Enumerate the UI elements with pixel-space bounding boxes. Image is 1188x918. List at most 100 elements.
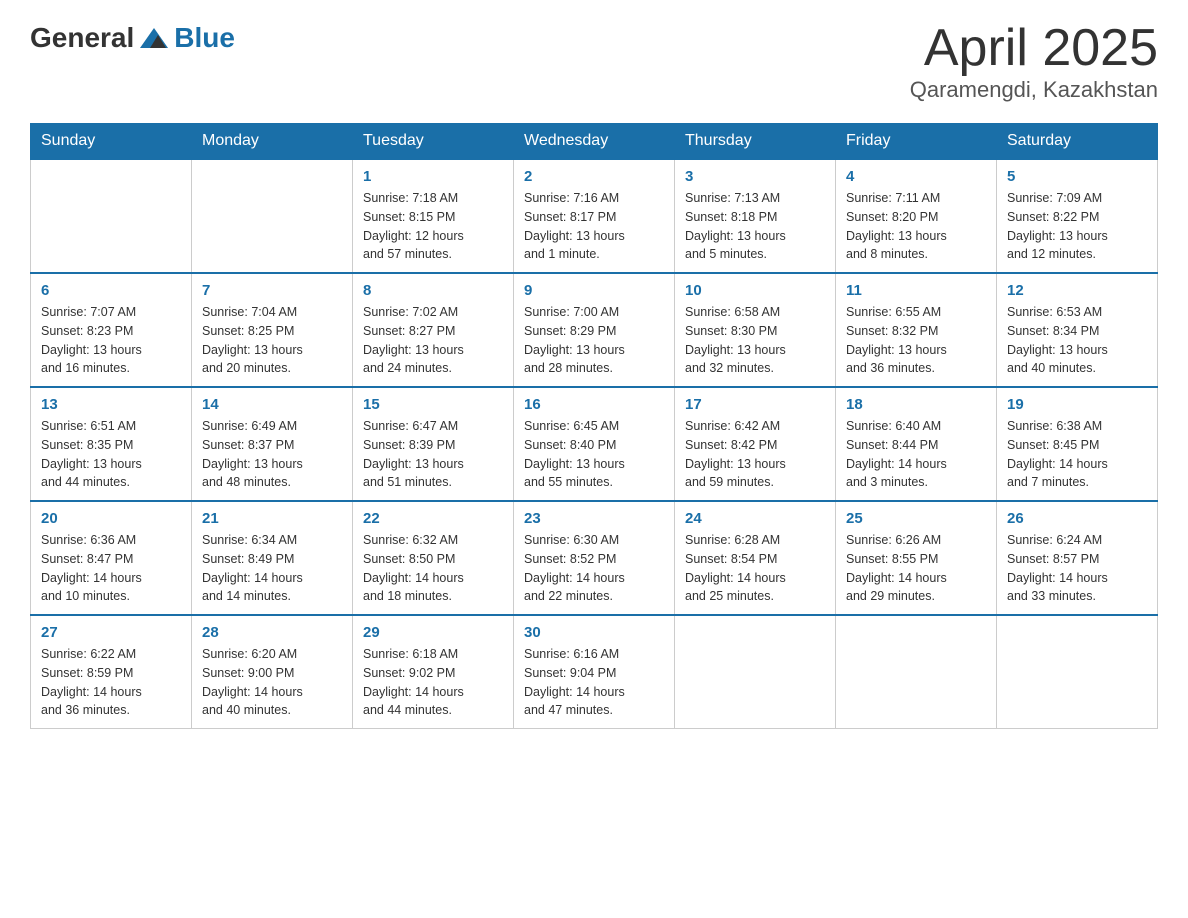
day-cell: 27Sunrise: 6:22 AM Sunset: 8:59 PM Dayli… [31, 615, 192, 729]
day-number: 14 [202, 396, 342, 413]
day-info: Sunrise: 6:49 AM Sunset: 8:37 PM Dayligh… [202, 417, 342, 492]
weekday-header-row: SundayMondayTuesdayWednesdayThursdayFrid… [31, 124, 1158, 160]
day-cell: 15 Sunrise: 6:47 AM Sunset: 8:39 PM Dayli… [353, 387, 514, 501]
day-number: 12 [1007, 282, 1147, 299]
logo-text-blue: Blue [174, 22, 235, 54]
day-number: 13 [41, 396, 181, 413]
day-cell: 24Sunrise: 6:28 AM Sunset: 8:54 PM Dayli… [675, 501, 836, 615]
day-number: 8 [363, 282, 503, 299]
day-cell: 12 Sunrise: 6:53 AM Sunset: 8:34 PM Dayli… [997, 273, 1158, 387]
day-info: Sunrise: 7:04 AM Sunset: 8:25 PM Dayligh… [202, 303, 342, 378]
day-cell [675, 615, 836, 729]
day-info: Sunrise: 6:20 AM Sunset: 9:00 PM Dayligh… [202, 645, 342, 720]
day-number: 3 [685, 168, 825, 185]
day-cell: 23 Sunrise: 6:30 AM Sunset: 8:52 PM Dayli… [514, 501, 675, 615]
day-number: 18 [846, 396, 986, 413]
day-cell: 4 Sunrise: 7:11 AM Sunset: 8:20 PM Daylig… [836, 159, 997, 273]
day-info: Sunrise: 6:16 AM Sunset: 9:04 PM Dayligh… [524, 645, 664, 720]
logo: General Blue [30, 20, 235, 56]
day-info: Sunrise: 7:09 AM Sunset: 8:22 PM Dayligh… [1007, 189, 1147, 264]
day-number: 1 [363, 168, 503, 185]
weekday-header-tuesday: Tuesday [353, 124, 514, 160]
day-cell: 11 Sunrise: 6:55 AM Sunset: 8:32 PM Dayli… [836, 273, 997, 387]
day-number: 26 [1007, 510, 1147, 527]
day-cell: 7 Sunrise: 7:04 AM Sunset: 8:25 PM Daylig… [192, 273, 353, 387]
day-info: Sunrise: 6:24 AM Sunset: 8:57 PM Dayligh… [1007, 531, 1147, 606]
day-number: 15 [363, 396, 503, 413]
day-cell: 1 Sunrise: 7:18 AM Sunset: 8:15 PM Daylig… [353, 159, 514, 273]
day-info: Sunrise: 6:53 AM Sunset: 8:34 PM Dayligh… [1007, 303, 1147, 378]
day-info: Sunrise: 6:42 AM Sunset: 8:42 PM Dayligh… [685, 417, 825, 492]
day-info: Sunrise: 6:55 AM Sunset: 8:32 PM Dayligh… [846, 303, 986, 378]
week-row-3: 13Sunrise: 6:51 AM Sunset: 8:35 PM Dayli… [31, 387, 1158, 501]
day-number: 9 [524, 282, 664, 299]
day-info: Sunrise: 6:28 AM Sunset: 8:54 PM Dayligh… [685, 531, 825, 606]
day-number: 11 [846, 282, 986, 299]
day-cell [192, 159, 353, 273]
day-number: 6 [41, 282, 181, 299]
week-row-1: 1 Sunrise: 7:18 AM Sunset: 8:15 PM Daylig… [31, 159, 1158, 273]
day-number: 29 [363, 624, 503, 641]
day-info: Sunrise: 6:30 AM Sunset: 8:52 PM Dayligh… [524, 531, 664, 606]
day-cell: 16 Sunrise: 6:45 AM Sunset: 8:40 PM Dayli… [514, 387, 675, 501]
day-number: 5 [1007, 168, 1147, 185]
day-info: Sunrise: 7:16 AM Sunset: 8:17 PM Dayligh… [524, 189, 664, 264]
day-info: Sunrise: 7:13 AM Sunset: 8:18 PM Dayligh… [685, 189, 825, 264]
day-cell: 18 Sunrise: 6:40 AM Sunset: 8:44 PM Dayli… [836, 387, 997, 501]
day-info: Sunrise: 6:45 AM Sunset: 8:40 PM Dayligh… [524, 417, 664, 492]
weekday-header-wednesday: Wednesday [514, 124, 675, 160]
day-number: 16 [524, 396, 664, 413]
day-number: 7 [202, 282, 342, 299]
day-info: Sunrise: 6:40 AM Sunset: 8:44 PM Dayligh… [846, 417, 986, 492]
day-info: Sunrise: 7:11 AM Sunset: 8:20 PM Dayligh… [846, 189, 986, 264]
day-number: 30 [524, 624, 664, 641]
day-cell: 29 Sunrise: 6:18 AM Sunset: 9:02 PM Dayli… [353, 615, 514, 729]
day-cell: 26 Sunrise: 6:24 AM Sunset: 8:57 PM Dayli… [997, 501, 1158, 615]
day-number: 17 [685, 396, 825, 413]
day-cell: 28Sunrise: 6:20 AM Sunset: 9:00 PM Dayli… [192, 615, 353, 729]
weekday-header-friday: Friday [836, 124, 997, 160]
day-cell [997, 615, 1158, 729]
day-cell: 2Sunrise: 7:16 AM Sunset: 8:17 PM Daylig… [514, 159, 675, 273]
day-cell [31, 159, 192, 273]
day-number: 19 [1007, 396, 1147, 413]
calendar-table: SundayMondayTuesdayWednesdayThursdayFrid… [30, 123, 1158, 729]
day-number: 22 [363, 510, 503, 527]
day-info: Sunrise: 7:00 AM Sunset: 8:29 PM Dayligh… [524, 303, 664, 378]
day-number: 10 [685, 282, 825, 299]
day-cell: 20Sunrise: 6:36 AM Sunset: 8:47 PM Dayli… [31, 501, 192, 615]
day-cell: 19 Sunrise: 6:38 AM Sunset: 8:45 PM Dayli… [997, 387, 1158, 501]
weekday-header-sunday: Sunday [31, 124, 192, 160]
day-cell: 8 Sunrise: 7:02 AM Sunset: 8:27 PM Daylig… [353, 273, 514, 387]
week-row-5: 27Sunrise: 6:22 AM Sunset: 8:59 PM Dayli… [31, 615, 1158, 729]
day-cell: 30 Sunrise: 6:16 AM Sunset: 9:04 PM Dayli… [514, 615, 675, 729]
day-info: Sunrise: 6:18 AM Sunset: 9:02 PM Dayligh… [363, 645, 503, 720]
day-number: 25 [846, 510, 986, 527]
week-row-4: 20Sunrise: 6:36 AM Sunset: 8:47 PM Dayli… [31, 501, 1158, 615]
day-cell: 22Sunrise: 6:32 AM Sunset: 8:50 PM Dayli… [353, 501, 514, 615]
day-info: Sunrise: 7:18 AM Sunset: 8:15 PM Dayligh… [363, 189, 503, 264]
day-number: 27 [41, 624, 181, 641]
day-cell [836, 615, 997, 729]
day-cell: 10Sunrise: 6:58 AM Sunset: 8:30 PM Dayli… [675, 273, 836, 387]
page-header: General Blue April 2025 Qaramengdi, Kaza… [30, 20, 1158, 103]
week-row-2: 6 Sunrise: 7:07 AM Sunset: 8:23 PM Daylig… [31, 273, 1158, 387]
title-block: April 2025 Qaramengdi, Kazakhstan [910, 20, 1158, 103]
weekday-header-monday: Monday [192, 124, 353, 160]
day-info: Sunrise: 7:07 AM Sunset: 8:23 PM Dayligh… [41, 303, 181, 378]
day-info: Sunrise: 6:38 AM Sunset: 8:45 PM Dayligh… [1007, 417, 1147, 492]
day-cell: 13Sunrise: 6:51 AM Sunset: 8:35 PM Dayli… [31, 387, 192, 501]
day-cell: 9 Sunrise: 7:00 AM Sunset: 8:29 PM Daylig… [514, 273, 675, 387]
logo-icon [136, 20, 172, 56]
day-cell: 17 Sunrise: 6:42 AM Sunset: 8:42 PM Dayli… [675, 387, 836, 501]
day-cell: 3 Sunrise: 7:13 AM Sunset: 8:18 PM Daylig… [675, 159, 836, 273]
day-info: Sunrise: 6:47 AM Sunset: 8:39 PM Dayligh… [363, 417, 503, 492]
day-cell: 21Sunrise: 6:34 AM Sunset: 8:49 PM Dayli… [192, 501, 353, 615]
location-title: Qaramengdi, Kazakhstan [910, 77, 1158, 103]
day-number: 21 [202, 510, 342, 527]
day-number: 4 [846, 168, 986, 185]
month-title: April 2025 [910, 20, 1158, 77]
day-info: Sunrise: 7:02 AM Sunset: 8:27 PM Dayligh… [363, 303, 503, 378]
day-number: 23 [524, 510, 664, 527]
day-cell: 14 Sunrise: 6:49 AM Sunset: 8:37 PM Dayli… [192, 387, 353, 501]
